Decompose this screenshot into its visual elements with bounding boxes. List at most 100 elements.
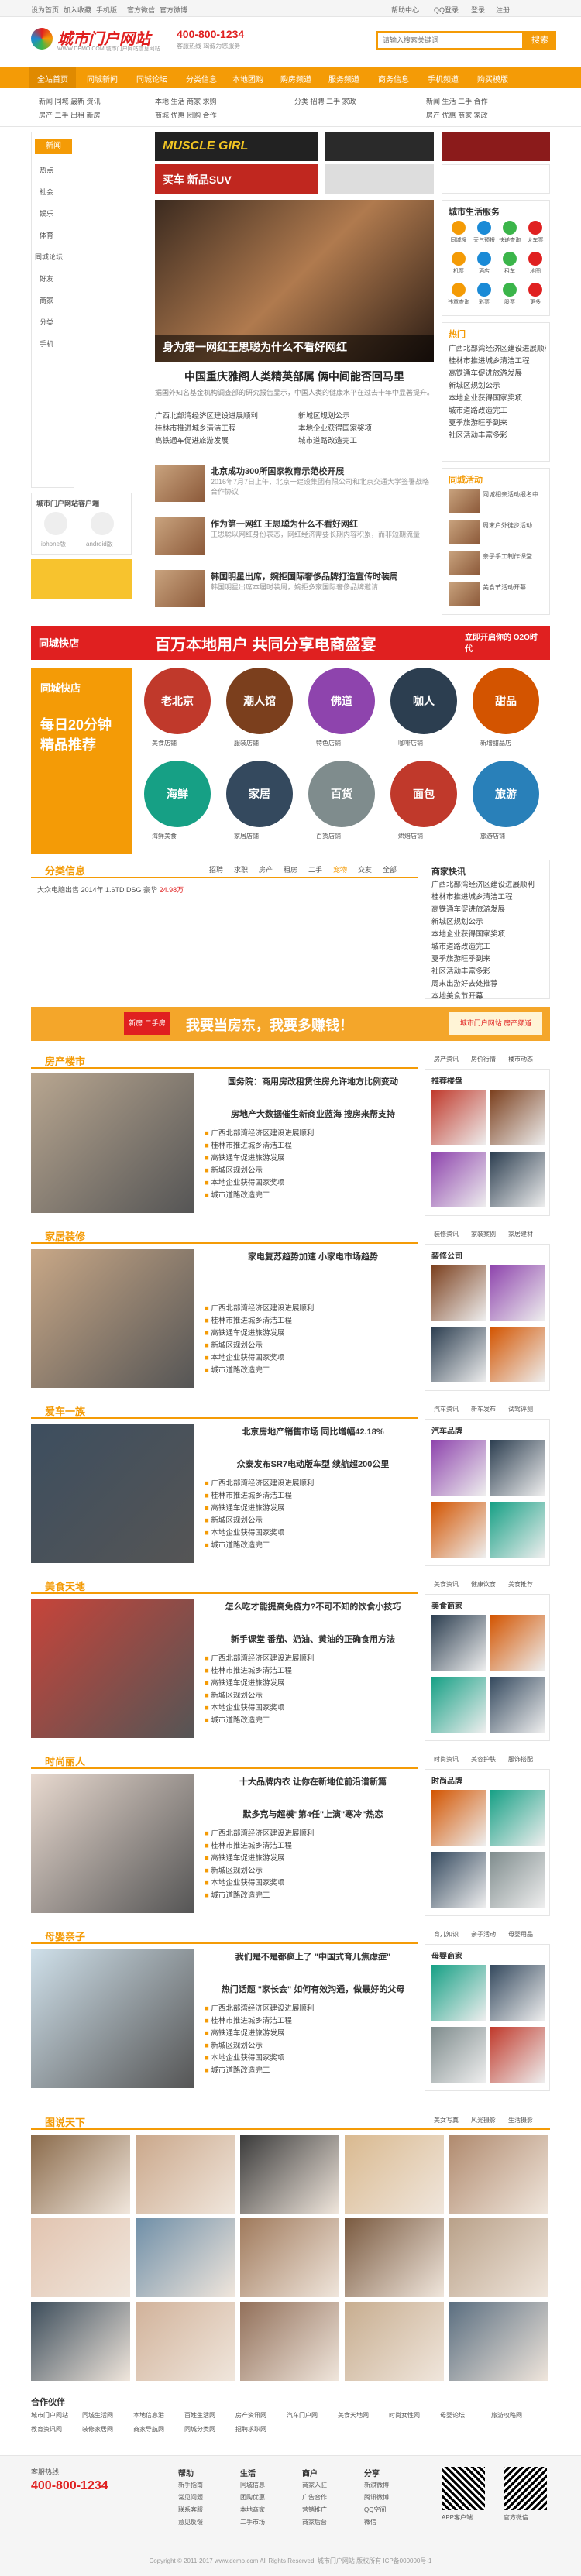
photo-thumb[interactable]: [240, 2218, 339, 2297]
subnav-group-2b[interactable]: 商城 优惠 团购 合作: [155, 110, 217, 120]
subnav-group-4[interactable]: 新闻 生活 二手 合作: [426, 96, 488, 106]
shop-logo[interactable]: 海鲜: [144, 761, 211, 827]
list-item[interactable]: ■ 新城区规划公示: [205, 1690, 421, 1702]
list-item[interactable]: 新城区规划公示: [449, 380, 546, 393]
list-item[interactable]: 周末出游好去处推荐: [431, 978, 548, 991]
sidebar-item-social[interactable]: 社会: [40, 187, 53, 197]
activity-item[interactable]: 周末户外徒步活动: [483, 521, 548, 530]
list-item[interactable]: ■ 本地企业获得国家奖项: [205, 1177, 421, 1190]
section-headline[interactable]: 我们是不是都疯上了 "中国式育儿焦虑症": [205, 1950, 421, 1963]
footer-link[interactable]: 营销推广: [302, 2506, 327, 2514]
activity-thumb[interactable]: [449, 551, 480, 575]
shop-logo[interactable]: 百货: [308, 761, 375, 827]
news-item[interactable]: 北京成功300所国家教育示范校开展 2016年7月7日上午，北京一建设集团有限公…: [155, 465, 434, 511]
list-item[interactable]: ■ 桂林市推进城乡清洁工程: [205, 1840, 421, 1853]
section-image[interactable]: [31, 1774, 194, 1913]
section-headline[interactable]: 怎么吃才能提高免疫力?不可不知的饮食小技巧: [205, 1600, 421, 1613]
login-link[interactable]: 登录: [471, 5, 485, 15]
shop-promo[interactable]: 同城快店 每日20分钟 精品推荐: [31, 668, 132, 854]
list-item[interactable]: ■ 城市道路改造完工: [205, 1540, 421, 1552]
section-tab[interactable]: 家居建材: [508, 1230, 533, 1238]
footer-link[interactable]: 本地商家: [240, 2506, 265, 2514]
photo-thumb[interactable]: [345, 2135, 444, 2214]
list-item[interactable]: ■ 高铁通车促进旅游发展: [205, 1503, 421, 1515]
shop-label[interactable]: 特色店铺: [316, 739, 341, 747]
section-headline[interactable]: 十大品牌内衣 让你在新地位前沿谱新篇: [205, 1775, 421, 1788]
activity-item[interactable]: 美食节活动开幕: [483, 583, 548, 592]
footer-link[interactable]: 同城信息: [240, 2481, 265, 2489]
friend-link[interactable]: 美食天地网: [338, 2411, 369, 2420]
nav-item-classified[interactable]: 分类信息: [186, 73, 217, 84]
list-item[interactable]: ■ 新城区规划公示: [205, 1515, 421, 1527]
sidebar-item-classified[interactable]: 分类: [40, 317, 53, 327]
friend-link[interactable]: 商家导航网: [133, 2425, 164, 2433]
section-headline[interactable]: 国务院：商用房改租赁住房允许地方比例变动: [205, 1075, 421, 1087]
shop-label[interactable]: 烘焙店铺: [398, 832, 423, 840]
list-item[interactable]: ■ 桂林市推进城乡清洁工程: [205, 2015, 421, 2028]
list-item[interactable]: 本地美食节开幕: [431, 991, 548, 1003]
section-tab[interactable]: 汽车资讯: [434, 1405, 459, 1413]
nav-item-business[interactable]: 商务信息: [378, 73, 409, 84]
nav-item-home[interactable]: 全站首页: [37, 73, 68, 84]
list-item[interactable]: ■ 广西北部湾经济区建设进展顺利: [205, 1128, 421, 1140]
nav-item-buy[interactable]: 购买模版: [477, 73, 508, 84]
nav-item-news[interactable]: 同城新闻: [87, 73, 118, 84]
footer-link[interactable]: 商家入驻: [302, 2481, 327, 2489]
activity-thumb[interactable]: [449, 582, 480, 606]
footer-link[interactable]: 腾讯微博: [364, 2493, 389, 2502]
section-right-thumb[interactable]: [431, 2027, 486, 2083]
section-tab[interactable]: 时尚资讯: [434, 1755, 459, 1764]
section-right-thumb[interactable]: [490, 1265, 545, 1321]
list-item[interactable]: 高铁通车促进旅游发展: [155, 435, 290, 448]
friend-link[interactable]: 百姓生活网: [184, 2411, 215, 2420]
feature-image[interactable]: 身为第一网红王思聪为什么不看好网红: [155, 200, 434, 362]
list-item[interactable]: 桂林市推进城乡清洁工程: [155, 423, 290, 435]
section-tab[interactable]: 房产资讯: [434, 1055, 459, 1063]
register-link[interactable]: 注册: [496, 5, 510, 15]
section-right-thumb[interactable]: [490, 1677, 545, 1733]
activity-thumb[interactable]: [449, 520, 480, 544]
footer-link[interactable]: 微信: [364, 2518, 376, 2526]
quick-service-item[interactable]: 同城搜: [447, 221, 470, 244]
sidebar-item-hot[interactable]: 热点: [40, 165, 53, 175]
list-item[interactable]: 本地企业获得国家奖项: [298, 423, 434, 435]
shop-label[interactable]: 旅游店铺: [480, 832, 505, 840]
section-right-thumb[interactable]: [431, 1152, 486, 1207]
shop-logo[interactable]: 面包: [390, 761, 457, 827]
shop-logo[interactable]: 咖人: [390, 668, 457, 734]
footer-link[interactable]: 新浪微博: [364, 2481, 389, 2489]
section-right-thumb[interactable]: [490, 1965, 545, 2021]
list-item[interactable]: ■ 本地企业获得国家奖项: [205, 1877, 421, 1890]
sidebar-item-ent[interactable]: 娱乐: [40, 208, 53, 218]
list-item[interactable]: ■ 本地企业获得国家奖项: [205, 2052, 421, 2065]
section-image[interactable]: [31, 1249, 194, 1388]
banner-muscle-girl[interactable]: MUSCLE GIRL: [155, 132, 318, 161]
list-item[interactable]: 夏季旅游旺季到来: [449, 417, 546, 430]
landlord-ad[interactable]: 新房 二手房 我要当房东，我要多赚钱！ 城市门户网站 房产频道: [31, 1007, 550, 1041]
shop-label[interactable]: 咖啡店铺: [398, 739, 423, 747]
list-item[interactable]: ■ 城市道路改造完工: [205, 1190, 421, 1202]
section-tab[interactable]: 服饰搭配: [508, 1755, 533, 1764]
list-item[interactable]: ■ 新城区规划公示: [205, 1865, 421, 1877]
weibo-link[interactable]: 官方微博: [160, 5, 187, 15]
apple-icon[interactable]: [44, 512, 67, 535]
list-item[interactable]: ■ 桂林市推进城乡清洁工程: [205, 1315, 421, 1327]
friend-link[interactable]: 旅游攻略网: [491, 2411, 522, 2420]
nav-item-group[interactable]: 本地团购: [232, 73, 263, 84]
list-item[interactable]: ■ 本地企业获得国家奖项: [205, 1352, 421, 1365]
qq-login-link[interactable]: QQ登录: [434, 5, 459, 15]
classified-tab[interactable]: 全部: [383, 864, 397, 874]
photo-thumb[interactable]: [31, 2302, 130, 2381]
wechat-link[interactable]: 官方微信: [127, 5, 155, 15]
o2o-banner[interactable]: 同城快店 百万本地用户 共同分享电商盛宴 立即开启你的 O2O时代: [31, 626, 550, 660]
photo-thumb[interactable]: [240, 2302, 339, 2381]
quick-service-item[interactable]: 违章查询: [447, 283, 470, 306]
subnav-group-1[interactable]: 新闻 同城 最新 资讯: [39, 96, 101, 106]
section-right-thumb[interactable]: [490, 1440, 545, 1496]
quick-service-item[interactable]: 快递查询: [498, 221, 521, 244]
list-item[interactable]: 城市道路改造完工: [449, 405, 546, 417]
shop-logo[interactable]: 旅游: [473, 761, 539, 827]
section-subheadline[interactable]: 房地产大数据催生新商业蓝海 搜房来帮支持: [205, 1108, 421, 1120]
section-tab[interactable]: 美食资讯: [434, 1580, 459, 1589]
nav-item-mobile[interactable]: 手机频道: [428, 73, 459, 84]
